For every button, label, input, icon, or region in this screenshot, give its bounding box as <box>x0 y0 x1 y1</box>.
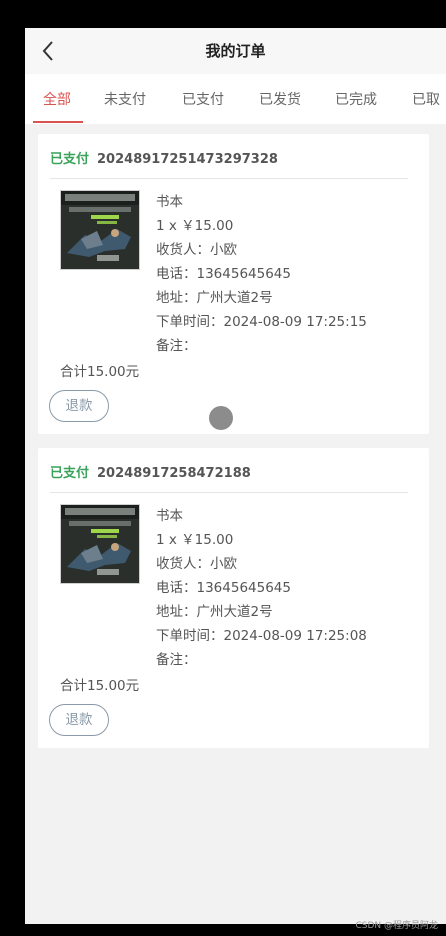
navigation-bar: 我的订单 <box>25 28 446 74</box>
note: 备注： <box>156 652 197 668</box>
order-status-tabs: 全部 未支付 已支付 已发货 已完成 已取 <box>25 74 446 124</box>
order-card: 已支付 20248917258472188 书本 1 x ￥15.00 收货人：小… <box>38 448 429 748</box>
order-header: 已支付 20248917251473297328 <box>50 148 278 167</box>
quantity-price: 1 x ￥15.00 <box>156 218 234 234</box>
receiver: 收货人：小欧 <box>156 556 237 572</box>
tab-paid[interactable]: 已支付 <box>182 74 224 124</box>
address: 地址：广州大道2号 <box>156 290 273 306</box>
order-card: 已支付 20248917251473297328 书本 1 x ￥15.00 收货… <box>38 134 429 434</box>
divider <box>50 178 408 179</box>
order-number: 20248917258472188 <box>97 466 251 481</box>
book-cover-image[interactable] <box>60 190 140 270</box>
order-total: 合计15.00元 <box>60 678 140 694</box>
receiver: 收货人：小欧 <box>156 242 237 258</box>
tab-all[interactable]: 全部 <box>43 74 71 124</box>
note: 备注： <box>156 338 197 354</box>
order-details: 书本 1 x ￥15.00 收货人：小欧 电话：13645645645 地址：广… <box>156 190 367 358</box>
product-name: 书本 <box>156 508 183 524</box>
refund-button[interactable]: 退款 <box>49 390 109 422</box>
tab-cancelled[interactable]: 已取 <box>412 74 440 124</box>
order-status: 已支付 <box>50 152 90 167</box>
phone: 电话：13645645645 <box>156 580 291 596</box>
address: 地址：广州大道2号 <box>156 604 273 620</box>
order-status: 已支付 <box>50 466 90 481</box>
phone: 电话：13645645645 <box>156 266 291 282</box>
active-tab-indicator <box>33 121 83 123</box>
order-number: 20248917251473297328 <box>97 152 278 167</box>
divider <box>50 492 408 493</box>
order-details: 书本 1 x ￥15.00 收货人：小欧 电话：13645645645 地址：广… <box>156 504 367 672</box>
refund-button[interactable]: 退款 <box>49 704 109 736</box>
tab-completed[interactable]: 已完成 <box>335 74 377 124</box>
quantity-price: 1 x ￥15.00 <box>156 532 234 548</box>
tab-unpaid[interactable]: 未支付 <box>104 74 146 124</box>
page-title: 我的订单 <box>205 42 266 60</box>
watermark: CSDN @程序员阿龙 <box>355 921 438 931</box>
order-header: 已支付 20248917258472188 <box>50 462 251 481</box>
order-total: 合计15.00元 <box>60 364 140 380</box>
product-name: 书本 <box>156 194 183 210</box>
touch-indicator <box>209 406 233 430</box>
book-cover-image[interactable] <box>60 504 140 584</box>
order-time: 下单时间：2024-08-09 17:25:08 <box>156 628 367 644</box>
order-time: 下单时间：2024-08-09 17:25:15 <box>156 314 367 330</box>
app-screen: 我的订单 全部 未支付 已支付 已发货 已完成 已取 已支付 2024891725… <box>25 28 446 924</box>
tab-shipped[interactable]: 已发货 <box>259 74 301 124</box>
